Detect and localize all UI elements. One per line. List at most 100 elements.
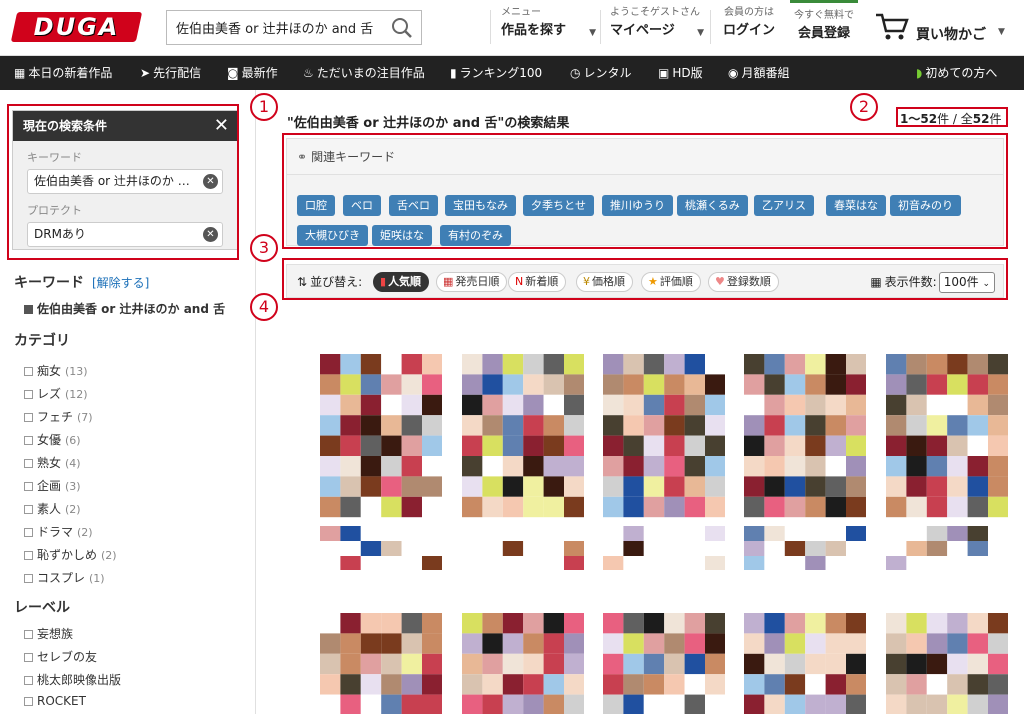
category-label: ドラマ xyxy=(37,525,74,539)
category-item[interactable]: 素人 (2) xyxy=(24,500,81,517)
category-item[interactable]: 恥ずかしめ (2) xyxy=(24,546,117,563)
product-thumbnail[interactable] xyxy=(320,613,442,714)
thumbnail-image xyxy=(886,354,1008,570)
bar-chart-icon: ▮ xyxy=(450,66,457,80)
checkbox[interactable] xyxy=(24,482,33,491)
label-text: セレブの友 xyxy=(37,650,98,664)
thumbnail-image xyxy=(320,613,442,714)
nav-ranking[interactable]: ▮ ランキング100 xyxy=(450,56,542,90)
thumbnail-image xyxy=(603,613,725,714)
checkbox[interactable] xyxy=(24,630,33,639)
checkbox-checked[interactable] xyxy=(24,305,33,314)
menu-small: メニュー xyxy=(501,7,541,18)
new-icon: ◙ xyxy=(227,66,239,80)
product-thumbnail[interactable] xyxy=(603,354,725,570)
label-item[interactable]: 妄想族 xyxy=(24,625,73,642)
label-heading: レーベル xyxy=(14,600,70,616)
thumbnail-image xyxy=(886,613,1008,714)
duga-logo[interactable]: DUGA xyxy=(10,12,143,42)
checkbox[interactable] xyxy=(24,390,33,399)
cart-button[interactable]: 買い物かご ▼ xyxy=(870,6,1020,50)
product-thumbnail[interactable] xyxy=(320,354,442,570)
product-thumbnail[interactable] xyxy=(886,354,1008,570)
checkbox[interactable] xyxy=(24,413,33,422)
thumbnail-image xyxy=(462,354,584,570)
search-box xyxy=(166,10,422,45)
category-item[interactable]: フェチ (7) xyxy=(24,408,93,425)
nav-rental[interactable]: ◷ レンタル xyxy=(570,56,632,90)
calendar-icon: ▦ xyxy=(14,66,26,80)
register-small: 今すぐ無料で xyxy=(794,10,854,21)
annotation-marker-3: 3 xyxy=(250,234,278,262)
product-thumbnail[interactable] xyxy=(886,613,1008,714)
product-thumbnail[interactable] xyxy=(462,354,584,570)
mypage-nav[interactable]: ようこそゲストさん マイページ ▼ xyxy=(606,6,704,48)
product-thumbnail[interactable] xyxy=(744,613,866,714)
product-thumbnail[interactable] xyxy=(603,613,725,714)
nav-advance[interactable]: ➤ 先行配信 xyxy=(140,56,201,90)
category-count: (2) xyxy=(101,549,117,562)
category-label: コスプレ xyxy=(37,571,86,585)
guest-small: ようこそゲストさん xyxy=(610,7,700,18)
category-item[interactable]: 痴女 (13) xyxy=(24,362,88,379)
chevron-down-icon: ▼ xyxy=(998,27,1005,37)
cart-label: 買い物かご xyxy=(916,27,986,43)
register-button[interactable]: 今すぐ無料で 会員登録 xyxy=(790,0,858,56)
annotation-box-2 xyxy=(896,107,1008,127)
send-icon: ➤ xyxy=(140,66,151,80)
category-label: 企画 xyxy=(37,479,62,493)
label-text: ROCKET xyxy=(37,694,86,708)
category-count: (4) xyxy=(65,457,81,470)
category-item[interactable]: 熟女 (4) xyxy=(24,454,81,471)
menu-big: 作品を探す xyxy=(501,23,567,38)
category-item[interactable]: レズ (12) xyxy=(24,385,88,402)
thumbnail-image xyxy=(603,354,725,570)
checkbox[interactable] xyxy=(24,459,33,468)
checkbox[interactable] xyxy=(24,505,33,514)
product-thumbnail[interactable] xyxy=(462,613,584,714)
category-label: レズ xyxy=(37,387,62,401)
category-item[interactable]: 企画 (3) xyxy=(24,477,81,494)
login-nav[interactable]: 会員の方は ログイン xyxy=(716,6,782,48)
category-label: 痴女 xyxy=(37,364,62,378)
monthly-icon: ◉ xyxy=(728,66,739,80)
annotation-marker-2: 2 xyxy=(850,93,878,121)
nav-label: ただいまの注目作品 xyxy=(316,66,425,80)
label-text: 妄想族 xyxy=(37,627,74,641)
label-item[interactable]: ROCKET xyxy=(24,694,86,708)
hd-icon: ▣ xyxy=(658,66,670,80)
nav-latest[interactable]: ◙ 最新作 xyxy=(227,56,278,90)
nav-featured[interactable]: ♨ ただいまの注目作品 xyxy=(303,56,425,90)
search-input[interactable] xyxy=(167,11,377,44)
checkbox[interactable] xyxy=(24,697,33,706)
nav-label: 月額番組 xyxy=(741,66,790,80)
keyword-checkbox-label: 佐伯由美香 or 辻井ほのか and 舌 xyxy=(37,302,226,316)
checkbox[interactable] xyxy=(24,653,33,662)
nav-new-today[interactable]: ▦ 本日の新着作品 xyxy=(14,56,112,90)
category-item[interactable]: 女優 (6) xyxy=(24,431,81,448)
checkbox[interactable] xyxy=(24,574,33,583)
nav-label: HD版 xyxy=(672,66,703,80)
checkbox[interactable] xyxy=(24,436,33,445)
nav-hd[interactable]: ▣ HD版 xyxy=(658,56,703,90)
search-icon[interactable] xyxy=(391,17,413,39)
label-item[interactable]: 桃太郎映像出版 xyxy=(24,671,121,688)
checkbox[interactable] xyxy=(24,367,33,376)
nav-monthly[interactable]: ◉ 月額番組 xyxy=(728,56,790,90)
nav-label: 先行配信 xyxy=(153,66,202,80)
nav-beginners[interactable]: ◗ 初めての方へ xyxy=(916,56,997,90)
checkbox[interactable] xyxy=(24,676,33,685)
category-item[interactable]: ドラマ (2) xyxy=(24,523,93,540)
register-big: 会員登録 xyxy=(797,26,850,41)
checkbox[interactable] xyxy=(24,551,33,560)
label-item[interactable]: セレブの友 xyxy=(24,648,97,665)
checkbox[interactable] xyxy=(24,528,33,537)
nav-label: レンタル xyxy=(583,66,632,80)
category-count: (3) xyxy=(65,480,81,493)
category-label: 熟女 xyxy=(37,456,62,470)
keyword-checkbox[interactable]: 佐伯由美香 or 辻井ほのか and 舌 xyxy=(24,300,225,317)
keyword-clear-link[interactable]: [解除する] xyxy=(92,276,149,290)
product-thumbnail[interactable] xyxy=(744,354,866,570)
category-item[interactable]: コスプレ (1) xyxy=(24,569,105,586)
menu-nav[interactable]: メニュー 作品を探す ▼ xyxy=(496,6,596,48)
